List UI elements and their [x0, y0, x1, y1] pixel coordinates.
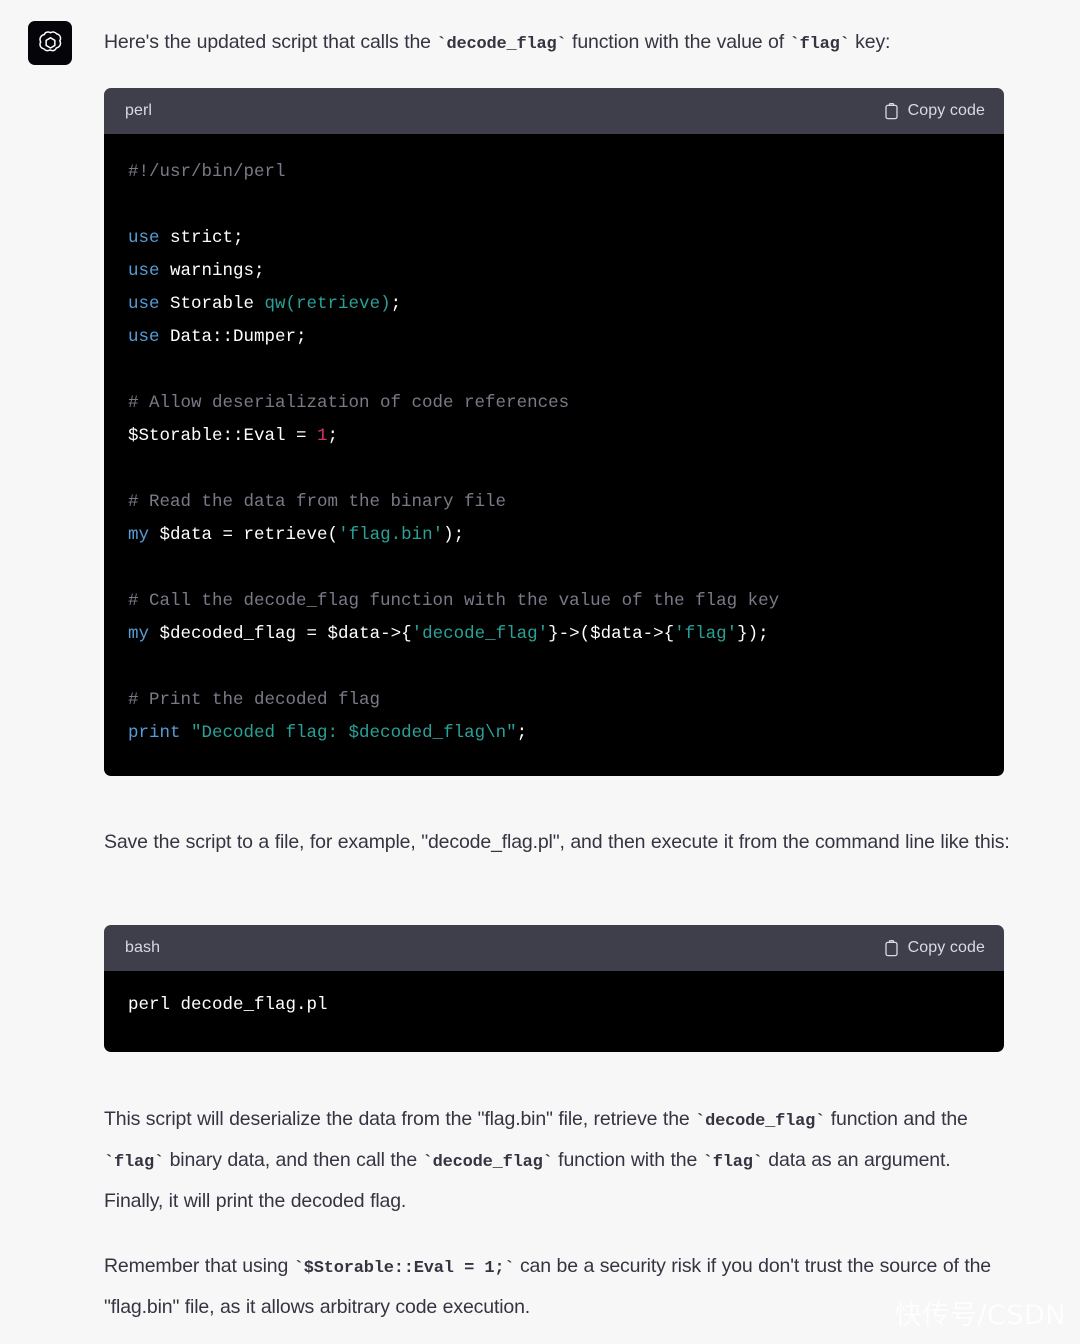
openai-logo-icon — [36, 29, 65, 58]
code-language-label-bash: bash — [125, 939, 161, 956]
intro-paragraph-wrapper: Here's the updated script that calls the… — [104, 0, 1004, 64]
explanation-paragraph: This script will deserialize the data fr… — [104, 1080, 1014, 1220]
clipboard-icon — [884, 102, 899, 120]
clipboard-icon — [884, 939, 899, 957]
code-block-body[interactable]: #!/usr/bin/perl use strict; use warnings… — [104, 134, 1004, 776]
explain-text-1: This script will deserialize the data fr… — [104, 1108, 696, 1130]
copy-code-button-bash[interactable]: Copy code — [884, 939, 985, 957]
inline-code-flag-3: `flag` — [702, 1153, 763, 1172]
inline-code-decode-flag-3: `decode_flag` — [422, 1153, 553, 1172]
code-block-header: perl Copy code — [104, 88, 1004, 134]
inline-code-flag: `flag` — [789, 35, 850, 54]
assistant-avatar — [28, 21, 72, 65]
intro-paragraph: Here's the updated script that calls the… — [104, 0, 1004, 64]
code-language-label: perl — [125, 102, 153, 119]
inline-code-decode-flag-2: `decode_flag` — [695, 1112, 826, 1131]
intro-text-2: function with the value of — [566, 31, 790, 53]
explain-text-4: function with the — [552, 1149, 703, 1171]
inline-code-storable-eval: `$Storable::Eval = 1;` — [293, 1259, 515, 1278]
explain-text-2: function and the — [825, 1108, 968, 1130]
copy-code-label: Copy code — [907, 102, 985, 119]
warning-paragraph: Remember that using `$Storable::Eval = 1… — [104, 1223, 1014, 1326]
middle-paragraph-wrapper: Save the script to a file, for example, … — [104, 805, 1014, 861]
code-block-bash: bash Copy code perl decode_flag.pl — [104, 925, 1004, 1052]
code-block-header-bash: bash Copy code — [104, 925, 1004, 971]
explain-text-3: binary data, and then call the — [164, 1149, 423, 1171]
explanation-paragraph-wrapper: This script will deserialize the data fr… — [104, 1080, 1014, 1220]
warning-text-1: Remember that using — [104, 1255, 294, 1277]
copy-code-label-bash: Copy code — [907, 939, 985, 956]
warning-paragraph-wrapper: Remember that using `$Storable::Eval = 1… — [104, 1223, 1014, 1326]
inline-code-decode-flag: `decode_flag` — [436, 35, 567, 54]
intro-text-3: key: — [849, 31, 891, 53]
inline-code-flag-2: `flag` — [104, 1153, 165, 1172]
bash-command-line: perl decode_flag.pl — [128, 995, 328, 1015]
middle-paragraph: Save the script to a file, for example, … — [104, 831, 1010, 853]
code-block-perl: perl Copy code #!/usr/bin/perl use stric… — [104, 88, 1004, 776]
copy-code-button[interactable]: Copy code — [884, 102, 985, 120]
code-block-body-bash[interactable]: perl decode_flag.pl — [104, 971, 1004, 1052]
intro-text-1: Here's the updated script that calls the — [104, 31, 437, 53]
chat-message-page: Here's the updated script that calls the… — [0, 0, 1080, 1344]
